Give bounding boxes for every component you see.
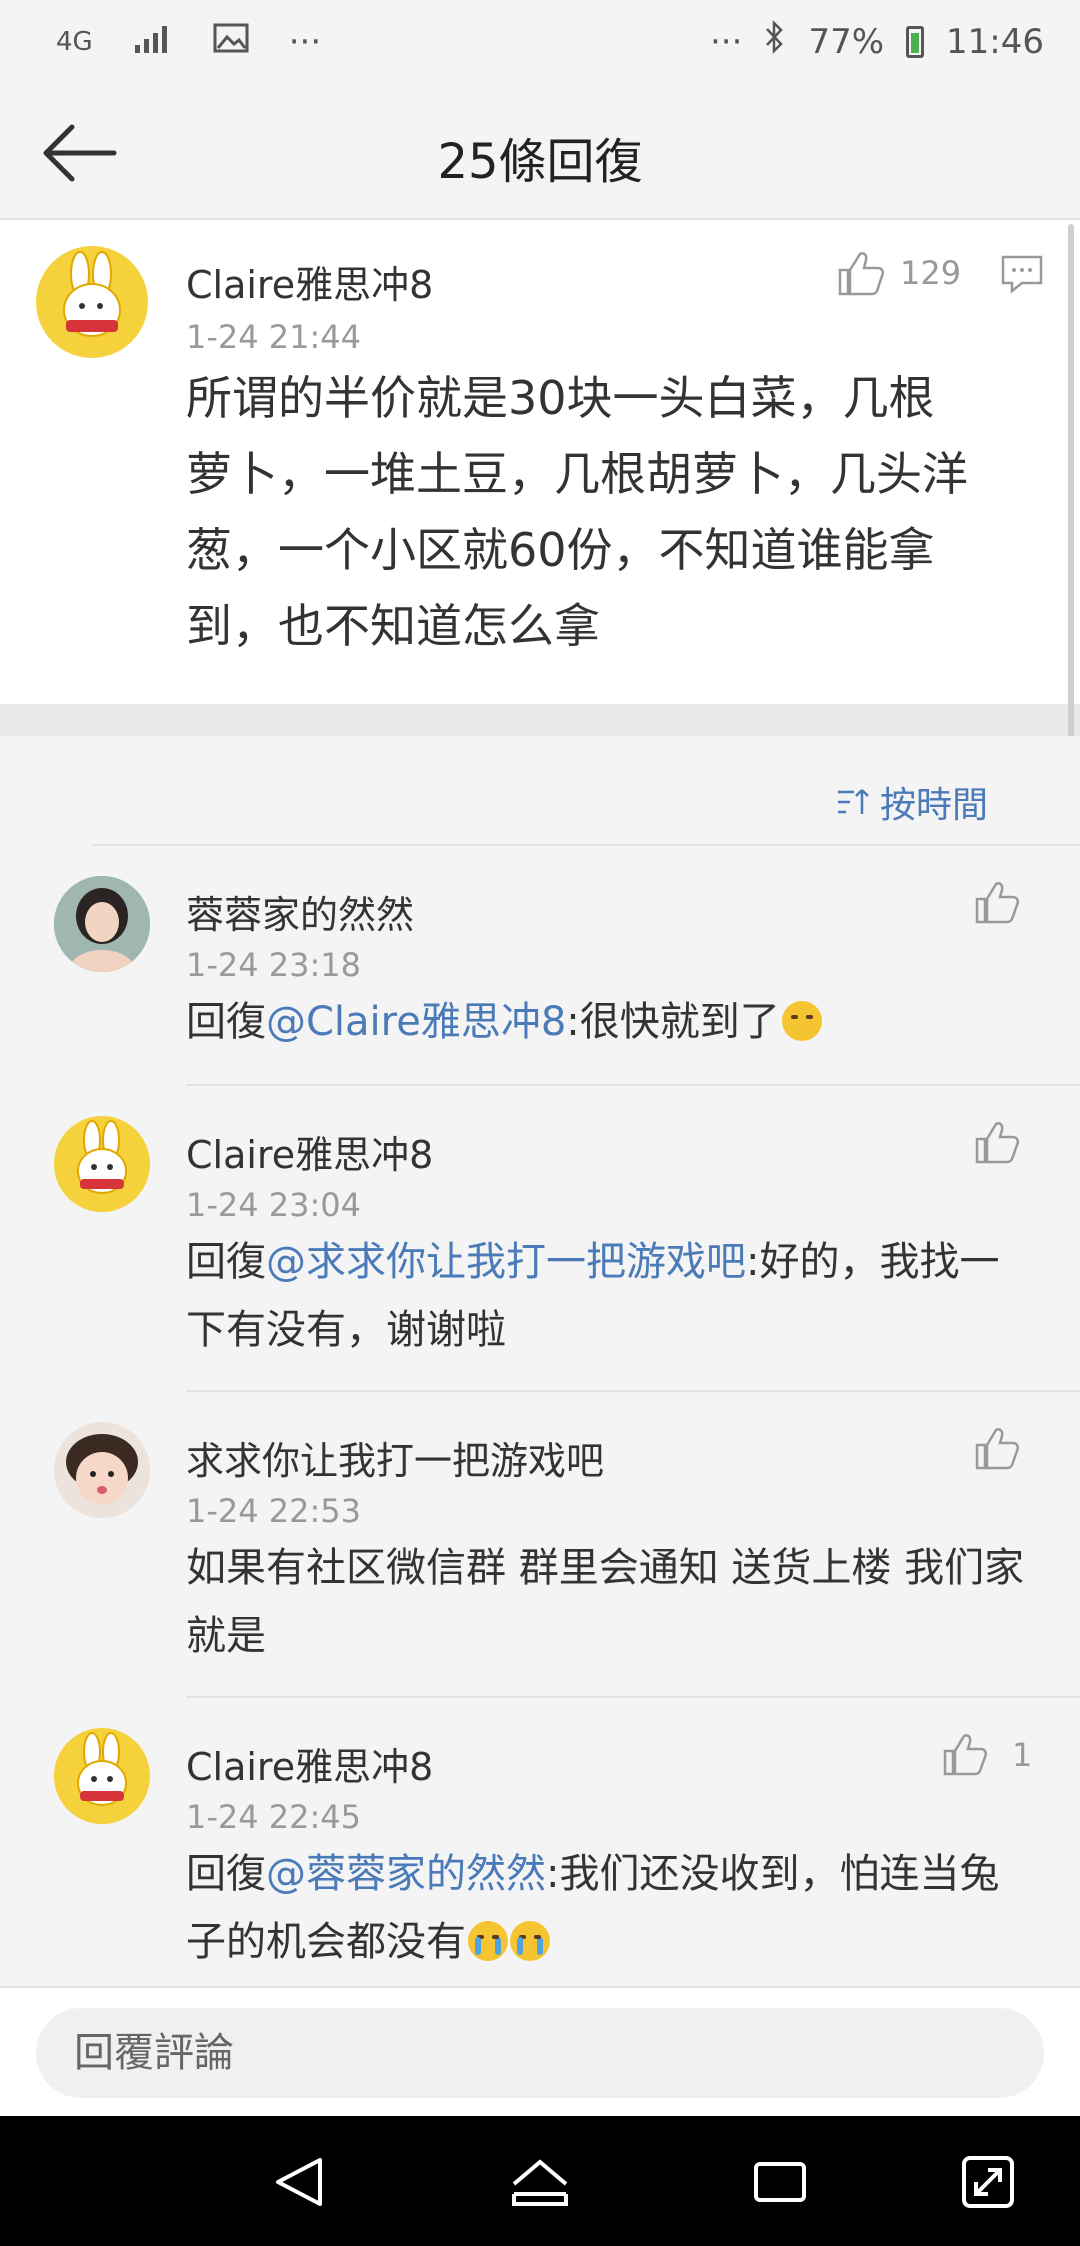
bunny-avatar-icon	[63, 251, 121, 337]
more-notifications-icon: ···	[288, 22, 322, 62]
reply-text: 如果有社区微信群 群里会通知 送货上楼 我们家就是	[186, 1534, 1030, 1670]
girl-photo-avatar-icon	[54, 876, 150, 972]
bunny-avatar-icon	[77, 1732, 127, 1806]
like-button[interactable]	[974, 1426, 1020, 1474]
list-item: 蓉蓉家的然然 1-24 23:18 回復@Claire雅思冲8:很快就到了	[0, 846, 1080, 1086]
like-count: 129	[900, 254, 962, 292]
comment-line: 萝卜，一堆土豆，几根胡萝卜，几头洋	[186, 447, 968, 501]
avatar[interactable]	[54, 1728, 150, 1824]
page-title: 25條回復	[437, 134, 643, 190]
like-button[interactable]	[836, 250, 886, 300]
comment-line: 葱，一个小区就60份，不知道谁能拿	[186, 523, 935, 577]
reply-username[interactable]: Claire雅思冲8	[186, 1124, 433, 1179]
like-count: 1	[1012, 1736, 1033, 1774]
crying-emoji-icon	[510, 1921, 550, 1961]
mention-link[interactable]: @蓉蓉家的然然	[266, 1851, 546, 1897]
avatar[interactable]	[54, 1116, 150, 1212]
battery-percent: 77%	[808, 21, 885, 62]
thumbs-up-icon	[838, 252, 885, 296]
sort-button[interactable]: 按時間	[836, 776, 988, 828]
reply-prefix: 回復	[186, 1239, 266, 1285]
thumbs-up-icon	[975, 1428, 1020, 1470]
nav-bar: 25條回復	[0, 88, 1080, 220]
mention-link[interactable]: @求求你让我打一把游戏吧	[266, 1239, 746, 1285]
comment-username[interactable]: Claire雅思冲8	[186, 254, 433, 309]
sort-icon	[837, 789, 869, 814]
reply-username[interactable]: 蓉蓉家的然然	[186, 884, 414, 939]
like-button[interactable]	[974, 880, 1020, 928]
sort-label: 按時間	[879, 785, 988, 826]
comment-line: 所谓的半价就是30块一头白菜，几根	[186, 371, 935, 425]
signal-icon	[133, 22, 173, 62]
bluetooth-icon	[764, 19, 786, 63]
crying-emoji-icon	[468, 1921, 508, 1961]
main-comment: Claire雅思冲8 1-24 21:44 129 所谓的半价就是30块一头白菜…	[0, 220, 1080, 704]
comment-line: 到，也不知道怎么拿	[186, 599, 600, 653]
section-divider	[0, 704, 1080, 736]
comment-text: 所谓的半价就是30块一头白菜，几根 萝卜，一堆土豆，几根胡萝卜，几头洋 葱，一个…	[186, 360, 968, 664]
network-indicator: 4G	[56, 27, 93, 57]
avatar[interactable]	[54, 1422, 150, 1518]
reply-body: :很快就到了	[566, 999, 780, 1045]
status-bar: 4G ··· ··· 77% 11:46	[0, 0, 1080, 88]
reply-prefix: 回復	[186, 999, 266, 1045]
list-item: Claire雅思冲8 1-24 23:04 回復@求求你让我打一把游戏吧:好的，…	[0, 1086, 1080, 1392]
system-navigation-bar	[0, 2116, 1080, 2246]
reply-button[interactable]	[1000, 254, 1044, 298]
reply-input-bar: 回覆評論	[0, 1986, 1080, 2118]
thumbs-up-icon	[943, 1734, 988, 1776]
clock: 11:46	[946, 21, 1044, 62]
laughing-tears-emoji-icon	[781, 1001, 822, 1041]
home-icon[interactable]	[508, 2154, 572, 2210]
list-item: Claire雅思冲8 1-24 22:45 1 回復@蓉蓉家的然然:我们还没收到…	[0, 1698, 1080, 1986]
reply-list: 按時間 蓉蓉家的然然 1-24 23:18 回復@Claire雅思冲8:很快就到…	[0, 736, 1080, 1986]
comment-time: 1-24 21:44	[186, 318, 362, 356]
image-notification-icon	[213, 22, 249, 62]
reply-username[interactable]: Claire雅思冲8	[186, 1736, 433, 1791]
reply-text: 回復@求求你让我打一把游戏吧:好的，我找一下有没有，谢谢啦	[186, 1228, 1030, 1364]
reply-time: 1-24 23:18	[186, 946, 362, 984]
battery-icon	[906, 25, 925, 58]
reply-text: 回復@蓉蓉家的然然:我们还没收到，怕连当兔子的机会都没有	[186, 1840, 1030, 1976]
mention-link[interactable]: @Claire雅思冲8	[266, 999, 566, 1045]
thumbs-up-icon	[975, 882, 1020, 924]
reply-time: 1-24 23:04	[186, 1186, 362, 1224]
reply-time: 1-24 22:45	[186, 1798, 362, 1836]
reply-time: 1-24 22:53	[186, 1492, 362, 1530]
reply-input[interactable]: 回覆評論	[36, 2008, 1044, 2098]
reply-body: 如果有社区微信群 群里会通知 送货上楼 我们家就是	[186, 1545, 1025, 1659]
avatar[interactable]	[36, 246, 148, 358]
thumbs-up-icon	[975, 1122, 1020, 1164]
reply-prefix: 回復	[186, 1851, 266, 1897]
more-status-icon: ···	[710, 21, 743, 62]
like-button[interactable]	[974, 1120, 1020, 1168]
baby-photo-avatar-icon	[54, 1422, 150, 1518]
rotate-screen-icon[interactable]	[960, 2154, 1016, 2210]
back-triangle-icon[interactable]	[272, 2154, 328, 2210]
recent-apps-icon[interactable]	[752, 2154, 808, 2210]
bunny-avatar-icon	[77, 1120, 127, 1194]
avatar[interactable]	[54, 876, 150, 972]
list-item: 求求你让我打一把游戏吧 1-24 22:53 如果有社区微信群 群里会通知 送货…	[0, 1392, 1080, 1698]
comment-icon	[1001, 255, 1043, 294]
reply-text: 回復@Claire雅思冲8:很快就到了	[186, 988, 1030, 1056]
like-button[interactable]	[942, 1732, 988, 1780]
reply-username[interactable]: 求求你让我打一把游戏吧	[186, 1430, 604, 1485]
